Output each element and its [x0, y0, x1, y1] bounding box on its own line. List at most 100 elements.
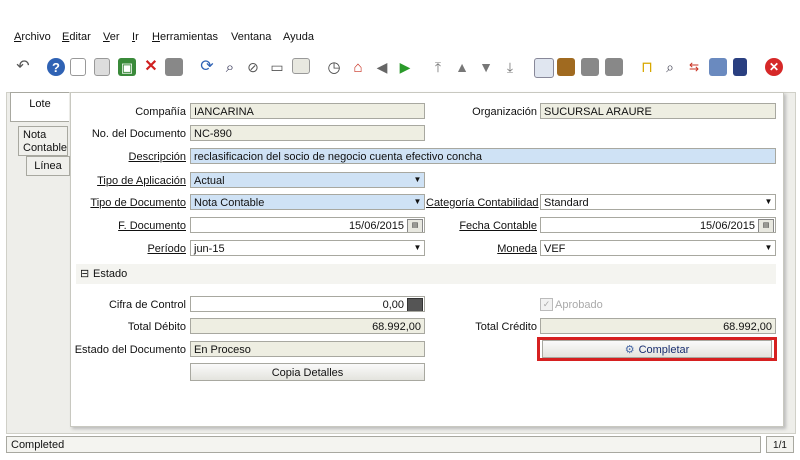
chevron-down-icon[interactable]: ▼	[411, 173, 424, 187]
menu-bar: Archivo Editar Ver Ir Herramientas Venta…	[0, 26, 800, 48]
categoria-value: Standard	[544, 197, 589, 209]
estado-section-header[interactable]: ⊟ Estado	[76, 264, 776, 284]
menu-ventana[interactable]: Ventana	[231, 31, 271, 43]
f-documento-value: 15/06/2015	[348, 220, 404, 232]
fecha-contable-value: 15/06/2015	[699, 220, 755, 232]
history-icon[interactable]: ◷	[325, 58, 343, 76]
menu-ir[interactable]: Ir	[132, 31, 139, 43]
menu-ver[interactable]: Ver	[103, 31, 120, 43]
product-info-icon[interactable]	[733, 58, 747, 76]
attachment-icon[interactable]: ⊘	[244, 58, 262, 76]
aprobado-label: Aprobado	[555, 299, 603, 311]
calculator-icon[interactable]	[407, 298, 423, 311]
tipo-documento-label: Tipo de Documento	[90, 197, 186, 209]
periodo-label: Período	[147, 243, 186, 255]
chat-icon[interactable]: ▭	[268, 58, 286, 76]
archive-icon[interactable]	[557, 58, 575, 76]
calendar-icon[interactable]: ▤	[407, 219, 423, 232]
lock-icon[interactable]: ⊓	[638, 58, 656, 76]
home-icon[interactable]: ⌂	[349, 58, 367, 76]
f-documento-label: F. Documento	[118, 220, 186, 232]
menu-herramientas[interactable]: Herramientas	[152, 31, 218, 43]
fecha-contable-field[interactable]: 15/06/2015 ▤	[540, 217, 776, 233]
descripcion-label: Descripción	[128, 151, 186, 163]
form-panel	[70, 92, 784, 427]
next-record-icon[interactable]: ▶	[396, 58, 414, 76]
tab-lote[interactable]: Lote	[10, 92, 69, 122]
grid-toggle-icon[interactable]	[292, 58, 310, 74]
f-documento-field[interactable]: 15/06/2015 ▤	[190, 217, 425, 233]
print-icon[interactable]	[605, 58, 623, 76]
tipo-aplicacion-value: Actual	[194, 175, 225, 187]
chevron-down-icon[interactable]: ▼	[762, 195, 775, 209]
calendar-icon[interactable]: ▤	[758, 219, 774, 232]
moneda-select[interactable]: VEF ▼	[540, 240, 776, 256]
compania-label: Compañía	[135, 106, 186, 118]
cifra-control-field[interactable]: 0,00	[190, 296, 425, 312]
delete-icon[interactable]: ✕	[142, 58, 160, 76]
tipo-aplicacion-label: Tipo de Aplicación	[97, 175, 186, 187]
report-icon[interactable]	[534, 58, 554, 78]
total-credito-label: Total Crédito	[475, 321, 537, 333]
completar-button-label: Completar	[638, 344, 690, 356]
copia-detalles-button[interactable]: Copia Detalles	[190, 363, 425, 381]
moneda-value: VEF	[544, 243, 566, 255]
refresh-icon[interactable]: ⟳	[198, 58, 216, 76]
status-message: Completed	[6, 436, 761, 453]
aprobado-checkbox[interactable]: ✓	[540, 298, 553, 311]
estado-documento-field[interactable]: En Proceso	[190, 341, 425, 357]
cifra-control-value: 0,00	[382, 299, 404, 311]
tab-linea[interactable]: Línea	[26, 156, 70, 176]
total-debito-field[interactable]: 68.992,00	[190, 318, 425, 334]
chevron-down-icon[interactable]: ▼	[411, 195, 424, 209]
no-documento-label: No. del Documento	[91, 128, 186, 140]
menu-ayuda[interactable]: Ayuda	[283, 31, 314, 43]
tipo-documento-select[interactable]: Nota Contable ▼	[190, 194, 425, 210]
menu-archivo[interactable]: Archivo	[14, 31, 51, 43]
close-window-icon[interactable]: ✕	[765, 58, 783, 76]
tab-nota-contable[interactable]: Nota Contable	[18, 126, 68, 156]
toolbar: ↶ ? ▣ ✕ ⟳ ⌕ ⊘ ▭ ◷ ⌂ ◀ ▶ ⤒ ▲ ▼ ⤓ ⊓ ⌕ ⇆ ✕	[0, 52, 800, 84]
tipo-documento-value: Nota Contable	[194, 197, 265, 209]
periodo-value: jun-15	[194, 243, 225, 255]
record-counter[interactable]: 1/1	[766, 436, 794, 453]
moneda-label: Moneda	[497, 243, 537, 255]
periodo-select[interactable]: jun-15 ▼	[190, 240, 425, 256]
save-icon[interactable]: ▣	[118, 58, 136, 76]
total-debito-label: Total Débito	[127, 321, 186, 333]
total-credito-field[interactable]: 68.992,00	[540, 318, 776, 334]
previous-record-icon[interactable]: ◀	[373, 58, 391, 76]
save-disabled-icon[interactable]	[165, 58, 183, 76]
chevron-down-icon[interactable]: ▼	[411, 241, 424, 255]
first-record-icon[interactable]: ⤒	[429, 58, 447, 76]
prior-record-icon[interactable]: ▲	[453, 58, 471, 76]
estado-documento-label: Estado del Documento	[74, 344, 186, 356]
undo-icon[interactable]: ↶	[14, 58, 32, 76]
collapse-icon[interactable]: ⊟	[80, 267, 89, 280]
workflow-icon[interactable]: ⇆	[685, 58, 703, 76]
last-record-icon[interactable]: ⤓	[501, 58, 519, 76]
menu-editar[interactable]: Editar	[62, 31, 91, 43]
completar-button[interactable]: ⚙ Completar	[542, 340, 772, 358]
gear-icon: ⚙	[624, 344, 635, 356]
following-record-icon[interactable]: ▼	[477, 58, 495, 76]
chevron-down-icon[interactable]: ▼	[762, 241, 775, 255]
new-record-icon[interactable]	[70, 58, 86, 76]
print-preview-icon[interactable]	[581, 58, 599, 76]
descripcion-field[interactable]: reclasificacion del socio de negocio cue…	[190, 148, 776, 164]
compania-field[interactable]: IANCARINA	[190, 103, 425, 119]
help-icon[interactable]: ?	[47, 58, 65, 76]
fecha-contable-label: Fecha Contable	[459, 220, 537, 232]
cifra-control-label: Cifra de Control	[108, 299, 186, 311]
organizacion-field[interactable]: SUCURSAL ARAURE	[540, 103, 776, 119]
find-icon[interactable]: ⌕	[221, 58, 239, 76]
process-icon[interactable]	[709, 58, 727, 76]
tipo-aplicacion-select[interactable]: Actual ▼	[190, 172, 425, 188]
organizacion-label: Organización	[472, 106, 537, 118]
categoria-select[interactable]: Standard ▼	[540, 194, 776, 210]
copy-record-icon[interactable]	[94, 58, 110, 76]
status-bar: Completed 1/1	[6, 436, 794, 454]
categoria-label: Categoría Contabilidad	[426, 197, 539, 209]
no-documento-field[interactable]: NC-890	[190, 125, 425, 141]
zoom-across-icon[interactable]: ⌕	[661, 58, 679, 76]
